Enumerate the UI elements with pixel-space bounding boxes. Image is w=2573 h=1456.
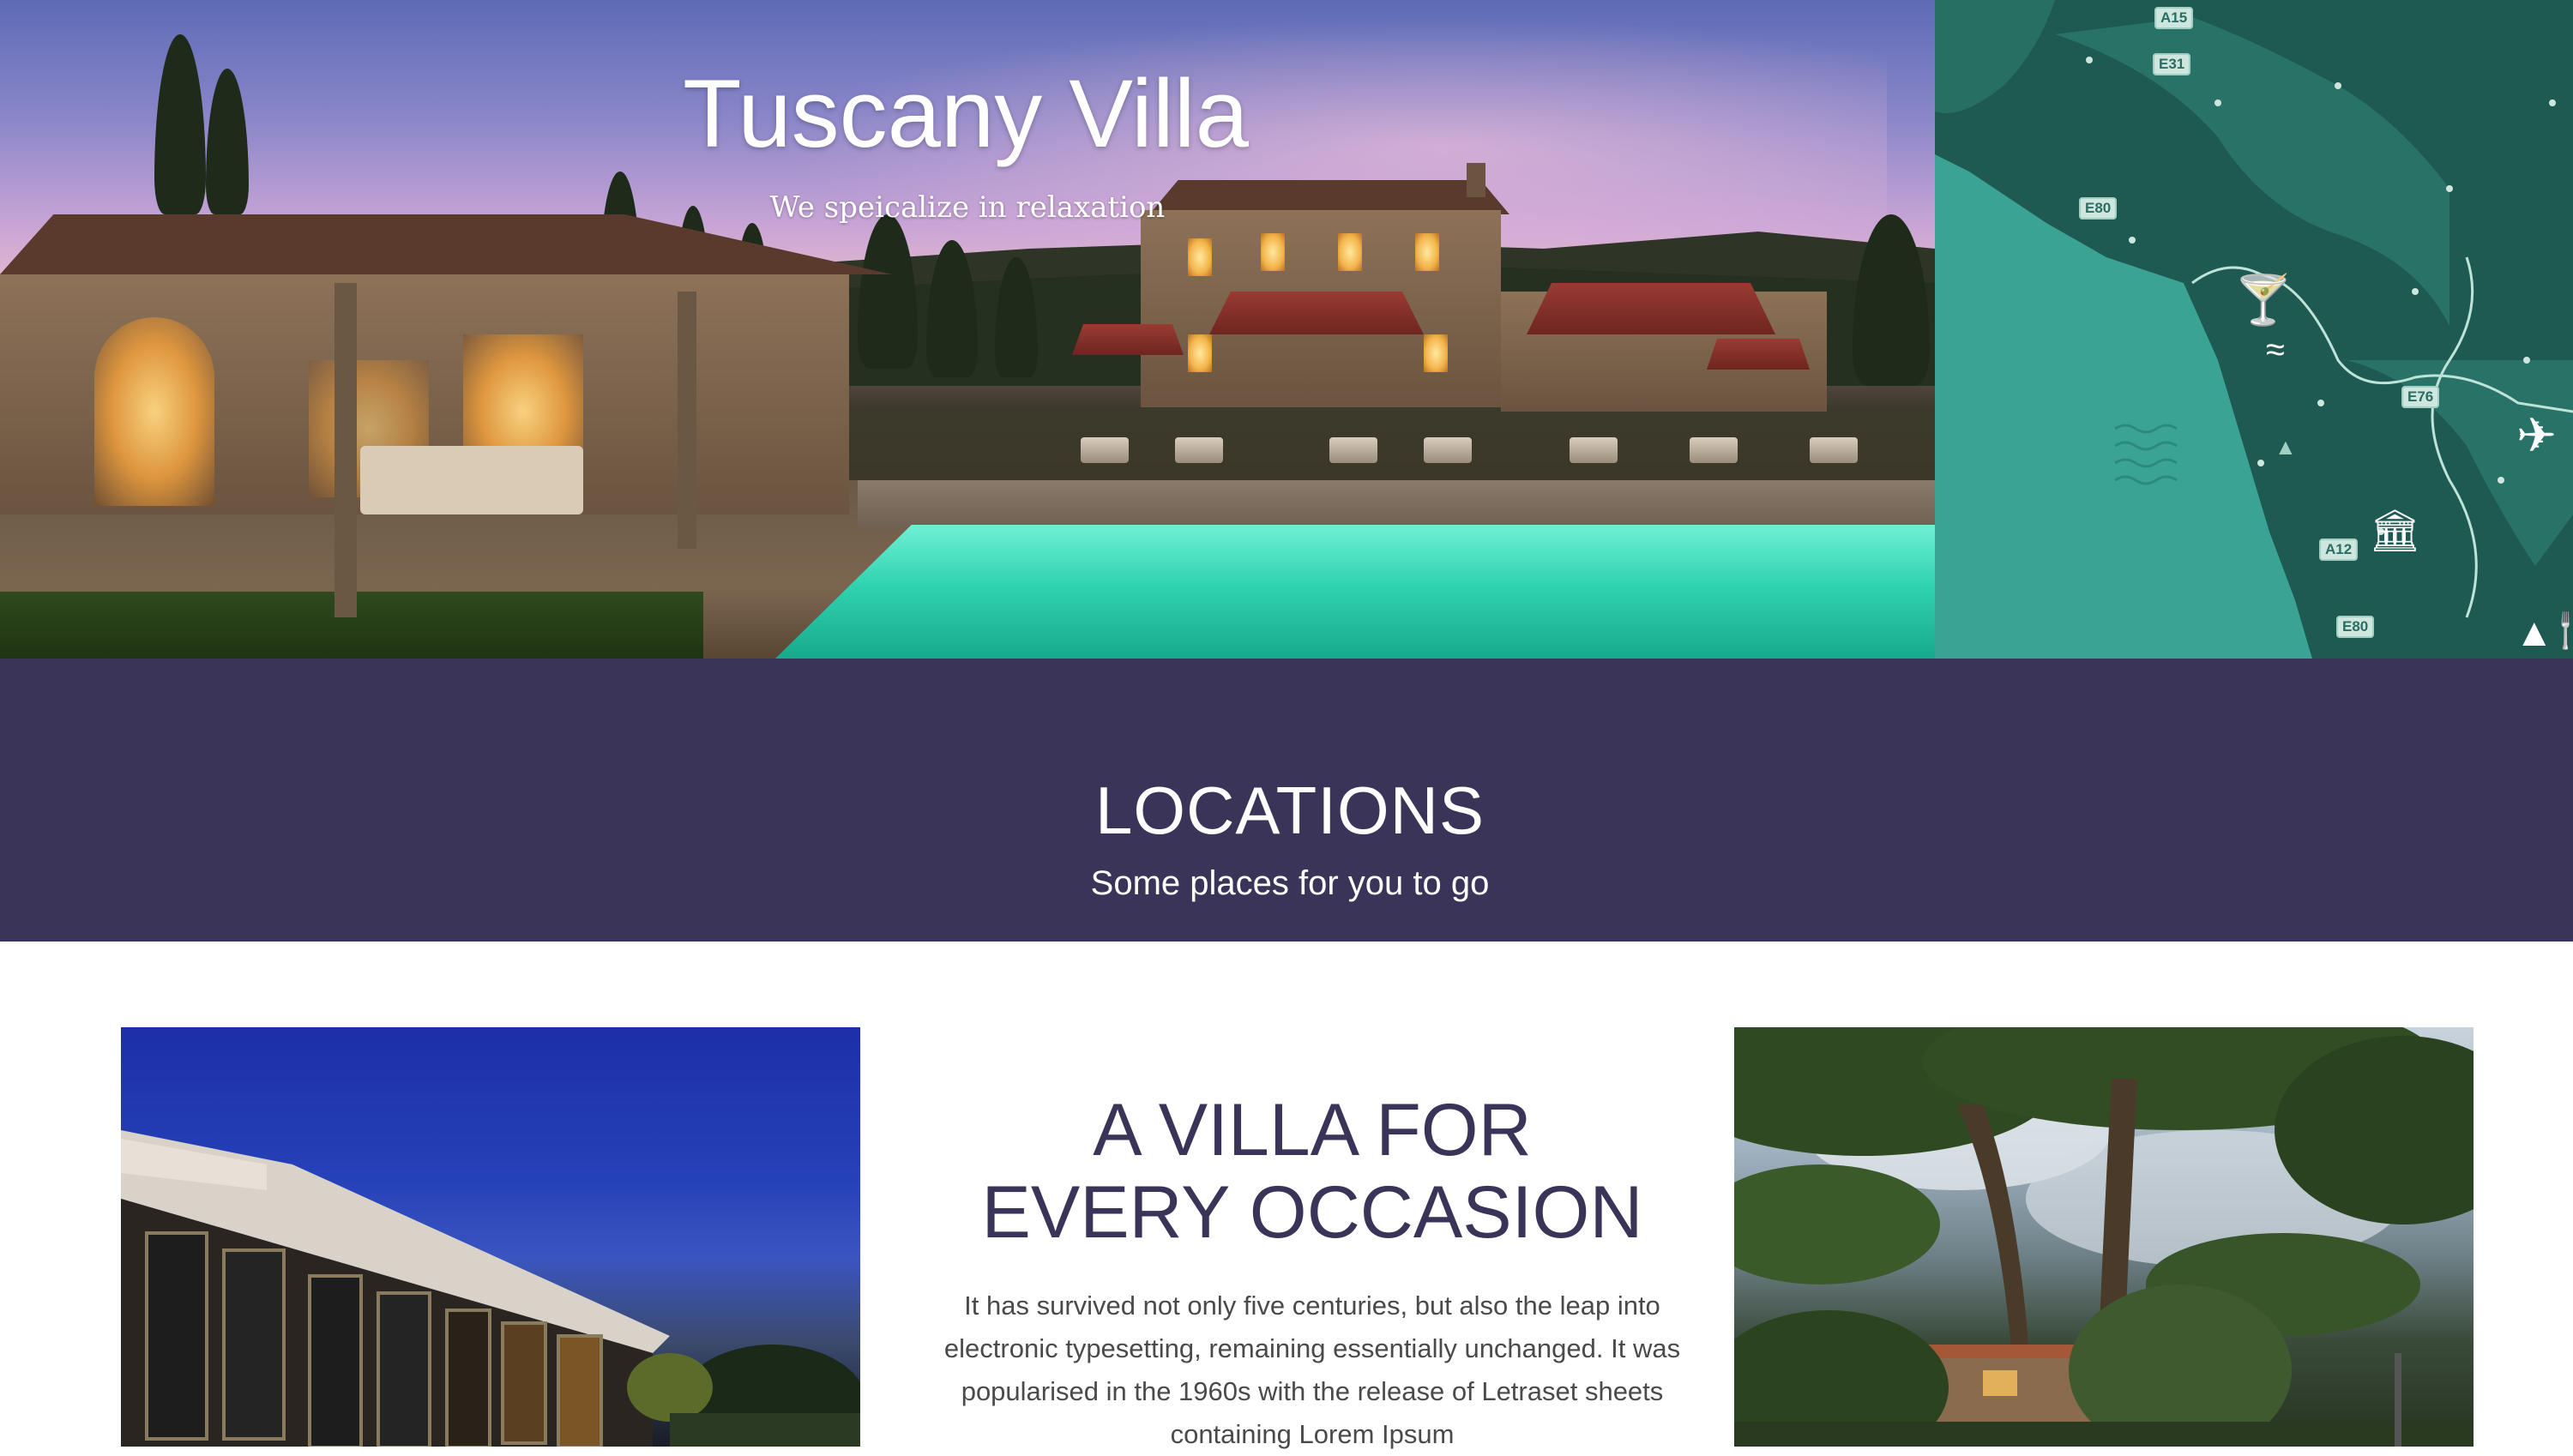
road-label-a12: A12	[2319, 538, 2359, 561]
hero-subtitle: We speicalize in relaxation	[769, 190, 1166, 225]
airplane-icon: ✈	[2516, 408, 2557, 462]
feature-heading: A VILLA FOR EVERY OCCASION	[943, 1089, 1681, 1254]
museum-icon: 🏛	[2369, 508, 2421, 554]
tree-icon: ▲	[2275, 434, 2297, 460]
road-label-e80: E80	[2079, 197, 2118, 220]
locations-subtitle: Some places for you to go	[1090, 864, 1490, 902]
hero-villa-photo: Tuscany Villa We speicalize in relaxatio…	[0, 0, 1935, 659]
fork-knife-icon: 🍴	[2549, 608, 2573, 650]
swimming-pool	[772, 525, 1935, 659]
road-label-e80-south: E80	[2336, 616, 2375, 638]
waves-icon: ≈	[2266, 331, 2285, 369]
road-label-e76: E76	[2401, 386, 2440, 408]
cocktail-icon: 🍸	[2233, 273, 2293, 327]
road-label-e31: E31	[2153, 53, 2191, 75]
feature-text-block: A VILLA FOR EVERY OCCASION It has surviv…	[943, 1089, 1681, 1456]
villa-garden-photo	[1734, 1027, 2474, 1447]
locations-title: LOCATIONS	[1095, 773, 1485, 848]
feature-heading-line2: EVERY OCCASION	[981, 1171, 1643, 1254]
road-label-a15: A15	[2154, 7, 2194, 29]
hero-section: Tuscany Villa We speicalize in relaxatio…	[0, 0, 2573, 659]
hero-title: Tuscany Villa	[683, 60, 1249, 167]
feature-body-text: It has survived not only five centuries,…	[943, 1291, 1681, 1449]
villa-night-photo	[121, 1027, 860, 1447]
feature-heading-line1: A VILLA FOR	[1093, 1089, 1532, 1171]
pine-tree-icon: ▲	[2515, 610, 2554, 654]
tuscany-map: A15 E31 E80 E76 A12 E80 🍸 ≈ ▲ ✈ 🏛 ▲ 🍴	[1935, 0, 2573, 659]
